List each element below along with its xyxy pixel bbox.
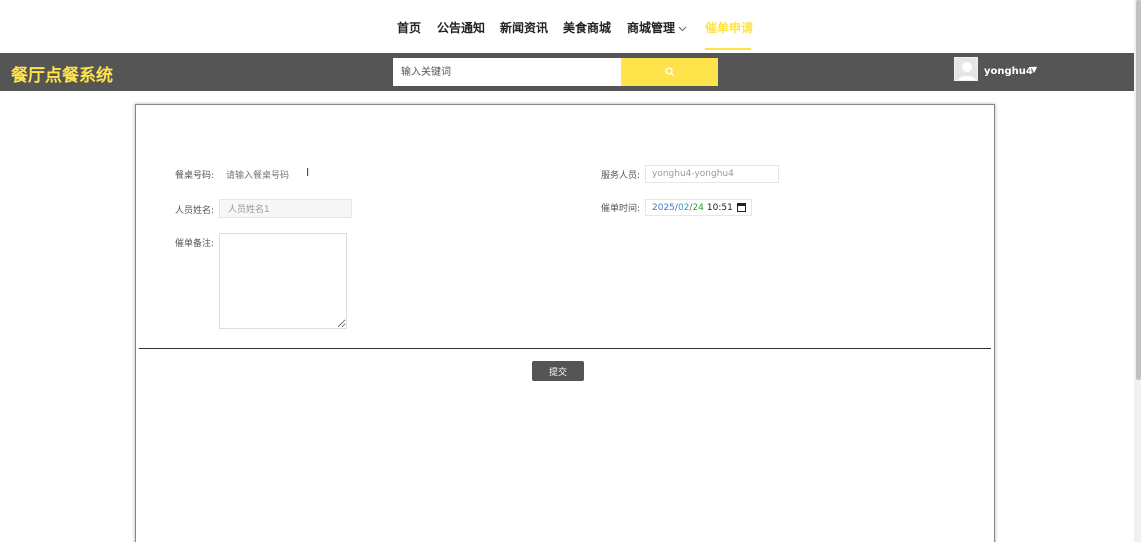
nav-item-urge-order[interactable]: 催单申请 <box>705 19 753 36</box>
caret-down-icon[interactable]: ▼ <box>1031 65 1037 74</box>
nav-active-underline <box>705 48 751 50</box>
remark-textarea[interactable] <box>219 233 347 329</box>
nav-item-mall-manage[interactable]: 商城管理 <box>627 19 687 36</box>
form-divider <box>139 348 991 349</box>
nav-item-mall-manage-label: 商城管理 <box>627 21 676 35</box>
table-no-input[interactable] <box>226 168 346 184</box>
staff-label: 服务人员: <box>601 171 641 181</box>
remark-label: 催单备注: <box>175 239 215 249</box>
time-month: 02 <box>677 202 690 213</box>
time-clock: 10:51 <box>706 202 733 213</box>
user-avatar-icon <box>958 62 976 80</box>
staff-input[interactable] <box>645 165 779 183</box>
time-input[interactable]: 2025/02/24 10:51 <box>645 199 752 216</box>
submit-button[interactable]: 提交 <box>532 361 584 381</box>
nav-item-food-mall[interactable]: 美食商城 <box>563 19 611 36</box>
search-input[interactable] <box>393 58 621 86</box>
search-icon <box>664 65 675 80</box>
username[interactable]: yonghu4 <box>984 66 1033 77</box>
time-day: 24 <box>692 202 704 213</box>
search-button[interactable] <box>621 58 718 86</box>
person-name-label: 人员姓名: <box>175 206 215 216</box>
brand-title: 餐厅点餐系统 <box>11 66 113 86</box>
nav-item-news[interactable]: 新闻资讯 <box>500 19 548 36</box>
time-year: 2025 <box>652 202 675 213</box>
person-name-input[interactable] <box>219 199 352 218</box>
page-scrollbar-thumb[interactable] <box>1136 0 1141 380</box>
top-nav: 首页 公告通知 新闻资讯 美食商城 商城管理 催单申请 <box>0 0 1134 53</box>
table-no-label: 餐桌号码: <box>175 171 215 181</box>
text-cursor-icon: I <box>306 166 310 179</box>
chevron-down-icon <box>678 22 687 35</box>
time-label: 催单时间: <box>601 204 641 214</box>
nav-item-notices[interactable]: 公告通知 <box>437 19 485 36</box>
header-bar: 餐厅点餐系统 yonghu4 ▼ <box>0 53 1136 91</box>
nav-item-home[interactable]: 首页 <box>397 19 421 36</box>
urge-order-form-panel: 餐桌号码: I 人员姓名: 催单备注: 服务人员: 催单时间: 2025/02/… <box>135 104 995 542</box>
avatar[interactable] <box>954 57 978 81</box>
calendar-icon[interactable] <box>737 203 746 212</box>
